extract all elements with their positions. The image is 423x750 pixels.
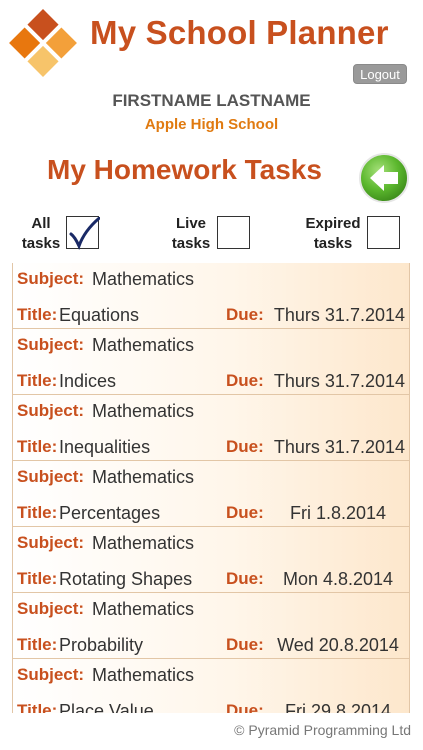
due-value: Mon 4.8.2014 bbox=[282, 569, 394, 589]
homework-task-list[interactable]: Subject: Mathematics Title: Equations Due: Th… bbox=[12, 263, 410, 713]
expired-tasks-checkbox[interactable] bbox=[367, 216, 400, 249]
logout-button[interactable]: Logout bbox=[353, 64, 407, 84]
due-label: Due: bbox=[226, 635, 264, 654]
due-value: Wed 20.8.2014 bbox=[277, 635, 399, 655]
copyright-footer: © Pyramid Programming Ltd bbox=[234, 722, 411, 738]
subject-value: Mathematics bbox=[92, 533, 195, 553]
subject-label: Subject: bbox=[17, 269, 85, 288]
due-value: Thurs 31.7.2014 bbox=[273, 371, 405, 391]
due-label: Due: bbox=[226, 305, 264, 324]
due-label: Due: bbox=[226, 371, 264, 390]
task-row[interactable]: Subject: Mathematics Title: Equations Due: Th… bbox=[13, 263, 409, 329]
task-row[interactable]: Subject: Mathematics Title: Inequalities Due… bbox=[13, 395, 409, 461]
subject-value: Mathematics bbox=[92, 269, 195, 289]
checkmark-icon bbox=[69, 213, 105, 251]
subject-label: Subject: bbox=[17, 533, 85, 552]
subject-value: Mathematics bbox=[92, 599, 195, 619]
subject-label: Subject: bbox=[17, 401, 85, 420]
due-value: Thurs 31.7.2014 bbox=[273, 305, 405, 325]
due-value: Fri 1.8.2014 bbox=[289, 503, 387, 523]
title-value: Probability bbox=[59, 635, 144, 655]
app-header: My School Planner Logout bbox=[0, 0, 423, 84]
live-tasks-checkbox[interactable] bbox=[217, 216, 250, 249]
task-row[interactable]: Subject: Mathematics Title: Rotating Shapes… bbox=[13, 527, 409, 593]
title-label: Title: bbox=[17, 635, 58, 654]
title-value: Place Value bbox=[59, 701, 154, 713]
user-name: FIRSTNAME LASTNAME bbox=[112, 91, 311, 110]
app-logo-icon bbox=[9, 9, 77, 77]
due-value: Thurs 31.7.2014 bbox=[273, 437, 405, 457]
subject-label: Subject: bbox=[17, 599, 85, 618]
title-value: Rotating Shapes bbox=[59, 569, 193, 589]
title-label: Title: bbox=[17, 305, 58, 324]
due-label: Due: bbox=[226, 701, 264, 713]
task-row[interactable]: Subject: Mathematics Title: Probability Due:… bbox=[13, 593, 409, 659]
app-title: My School Planner bbox=[90, 14, 389, 51]
filter-expired-tasks[interactable]: Expired tasks bbox=[302, 212, 402, 252]
task-row[interactable]: Subject: Mathematics Title: Percentages Due:… bbox=[13, 461, 409, 527]
title-label: Title: bbox=[17, 503, 58, 522]
title-label: Title: bbox=[17, 437, 58, 456]
task-row[interactable]: Subject: Mathematics Title: Indices Due: Thur… bbox=[13, 329, 409, 395]
task-row[interactable]: Subject: Mathematics Title: Place Value Due:… bbox=[13, 659, 409, 713]
filter-label: Expired tasks bbox=[305, 215, 361, 252]
due-label: Due: bbox=[226, 437, 264, 456]
subject-value: Mathematics bbox=[92, 665, 195, 685]
due-label: Due: bbox=[226, 569, 264, 588]
subject-label: Subject: bbox=[17, 335, 85, 354]
school-name: Apple High School bbox=[144, 116, 279, 133]
title-label: Title: bbox=[17, 371, 58, 390]
title-value: Indices bbox=[59, 371, 117, 391]
all-tasks-checkbox[interactable] bbox=[66, 213, 105, 251]
filter-label: Live tasks bbox=[171, 215, 211, 252]
page-title: My Homework Tasks bbox=[47, 154, 322, 185]
title-value: Inequalities bbox=[59, 437, 151, 457]
subject-value: Mathematics bbox=[92, 467, 195, 487]
back-arrow-icon[interactable] bbox=[358, 152, 410, 204]
due-value: Fri 29.8.2014 bbox=[284, 701, 392, 713]
subject-value: Mathematics bbox=[92, 401, 195, 421]
title-value: Equations bbox=[59, 305, 140, 325]
filter-label: All tasks bbox=[21, 215, 61, 252]
filter-all-tasks[interactable]: All tasks bbox=[20, 212, 105, 252]
subject-label: Subject: bbox=[17, 665, 85, 684]
subject-label: Subject: bbox=[17, 467, 85, 486]
title-label: Title: bbox=[17, 701, 58, 713]
due-label: Due: bbox=[226, 503, 264, 522]
title-value: Percentages bbox=[59, 503, 161, 523]
filter-live-tasks[interactable]: Live tasks bbox=[168, 212, 252, 252]
subject-value: Mathematics bbox=[92, 335, 195, 355]
title-label: Title: bbox=[17, 569, 58, 588]
